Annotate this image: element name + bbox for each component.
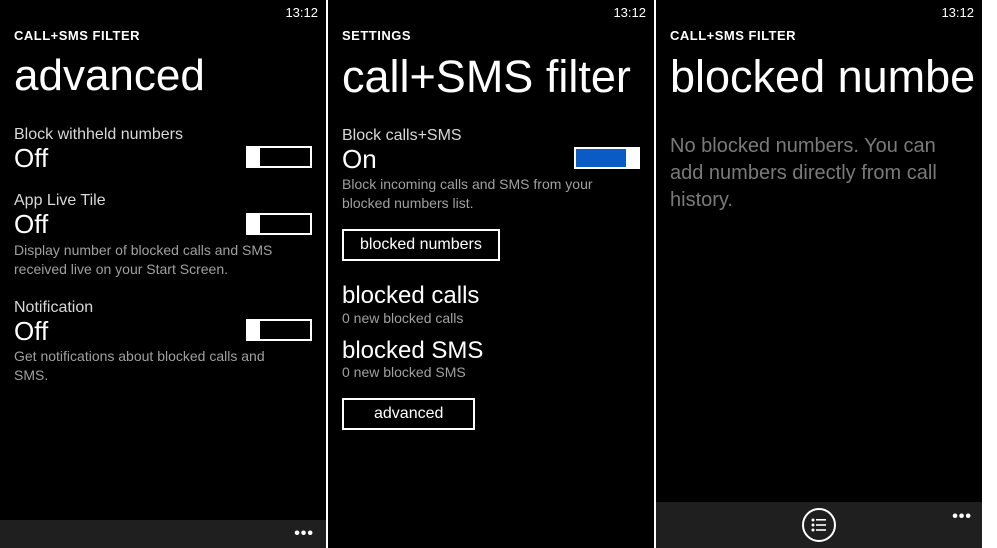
block-withheld-toggle[interactable] — [246, 146, 312, 168]
block-calls-sms-toggle[interactable] — [574, 147, 640, 169]
stat-subtitle: 0 new blocked calls — [342, 310, 640, 326]
status-bar: 13:12 — [0, 0, 326, 24]
setting-row-head: On — [342, 145, 640, 174]
header: CALL+SMS FILTER advanced — [0, 24, 326, 102]
notification-toggle[interactable] — [246, 319, 312, 341]
advanced-button[interactable]: advanced — [342, 398, 475, 430]
page-title: advanced — [14, 51, 312, 102]
clock: 13:12 — [285, 5, 318, 20]
blocked-sms-item[interactable]: blocked SMS 0 new blocked SMS — [342, 338, 640, 380]
header: SETTINGS call+SMS filter — [328, 24, 654, 103]
setting-row-head: Off — [14, 210, 312, 239]
app-label: CALL+SMS FILTER — [670, 28, 968, 43]
stat-title: blocked calls — [342, 283, 640, 309]
more-icon[interactable]: ••• — [952, 508, 972, 526]
setting-block-withheld: Block withheld numbers Off — [14, 126, 312, 173]
setting-value: Off — [14, 210, 48, 239]
list-icon[interactable] — [802, 508, 836, 542]
content: Block withheld numbers Off App Live Tile… — [0, 102, 326, 520]
list-svg-icon — [811, 518, 827, 532]
content: No blocked numbers. You can add numbers … — [656, 103, 982, 502]
empty-state-text: No blocked numbers. You can add numbers … — [670, 133, 968, 214]
setting-row-head: Off — [14, 144, 312, 173]
app-bar: ••• — [0, 520, 326, 548]
page-title: call+SMS filter — [342, 51, 640, 103]
setting-value: On — [342, 145, 377, 174]
header: CALL+SMS FILTER blocked numbe — [656, 24, 982, 103]
more-icon[interactable]: ••• — [294, 525, 314, 543]
setting-description: Display number of blocked calls and SMS … — [14, 241, 294, 279]
content: Block calls+SMS On Block incoming calls … — [328, 103, 654, 548]
stat-title: blocked SMS — [342, 338, 640, 364]
setting-value: Off — [14, 317, 48, 346]
clock: 13:12 — [613, 5, 646, 20]
setting-label: Notification — [14, 299, 312, 317]
setting-label: Block withheld numbers — [14, 126, 312, 144]
screen-advanced: 13:12 CALL+SMS FILTER advanced Block wit… — [0, 0, 326, 548]
live-tile-toggle[interactable] — [246, 213, 312, 235]
setting-value: Off — [14, 144, 48, 173]
app-label: SETTINGS — [342, 28, 640, 43]
blocked-calls-item[interactable]: blocked calls 0 new blocked calls — [342, 283, 640, 325]
setting-notification: Notification Off Get notifications about… — [14, 299, 312, 385]
screen-blocked-numbers: 13:12 CALL+SMS FILTER blocked numbe No b… — [656, 0, 982, 548]
app-bar: ••• — [656, 502, 982, 548]
setting-row-head: Off — [14, 317, 312, 346]
setting-description: Get notifications about blocked calls an… — [14, 347, 294, 385]
page-title: blocked numbe — [670, 51, 968, 103]
app-label: CALL+SMS FILTER — [14, 28, 312, 43]
setting-label: App Live Tile — [14, 192, 312, 210]
stat-subtitle: 0 new blocked SMS — [342, 364, 640, 380]
screen-settings: 13:12 SETTINGS call+SMS filter Block cal… — [328, 0, 654, 548]
status-bar: 13:12 — [328, 0, 654, 24]
setting-description: Block incoming calls and SMS from your b… — [342, 175, 622, 213]
setting-label: Block calls+SMS — [342, 127, 640, 145]
clock: 13:12 — [941, 5, 974, 20]
status-bar: 13:12 — [656, 0, 982, 24]
setting-block-calls-sms: Block calls+SMS On Block incoming calls … — [342, 127, 640, 213]
setting-live-tile: App Live Tile Off Display number of bloc… — [14, 192, 312, 278]
blocked-numbers-button[interactable]: blocked numbers — [342, 229, 500, 261]
